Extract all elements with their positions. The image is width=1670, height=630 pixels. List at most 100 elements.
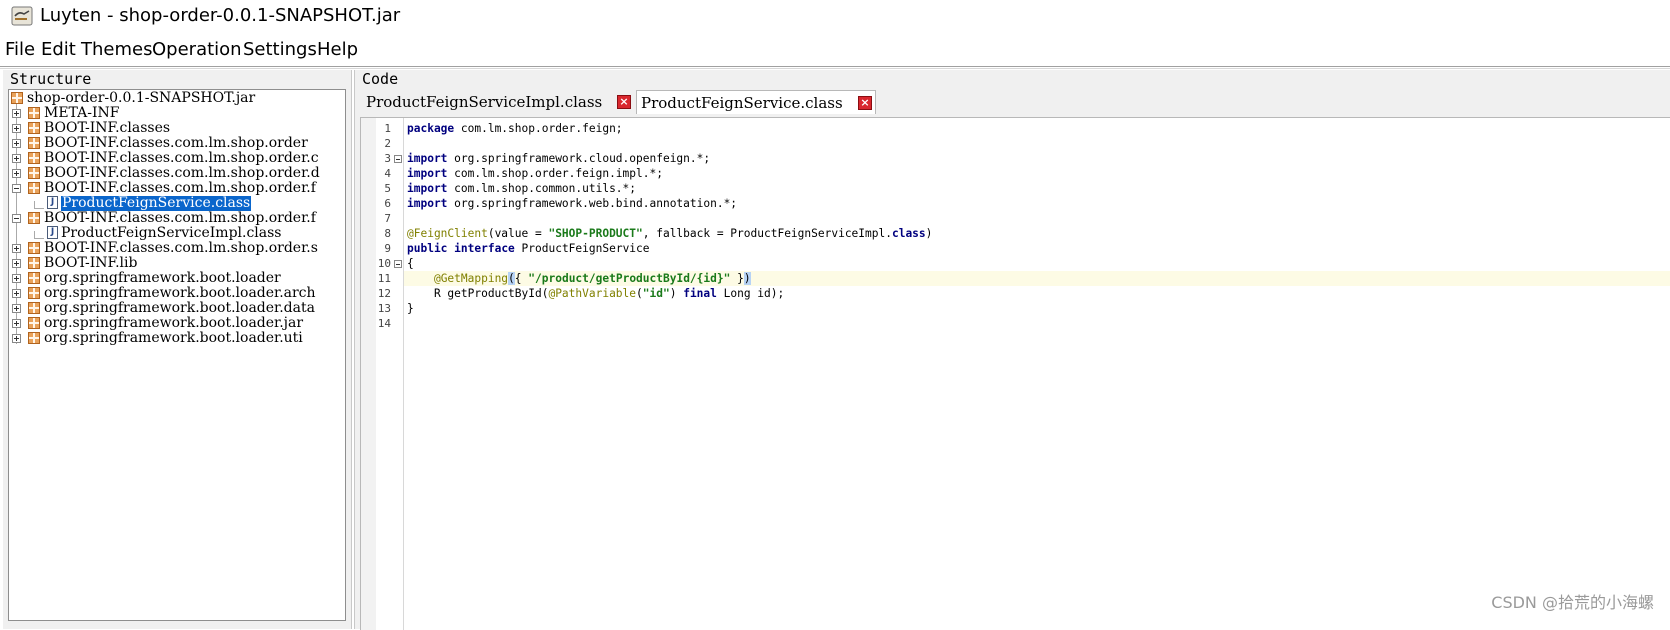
tree-package-item[interactable]: BOOT-INF.classes.com.lm.shop.order.f <box>9 211 345 226</box>
menu-settings[interactable]: Settings <box>243 38 317 62</box>
line-number: 1 <box>384 122 391 135</box>
tree-package-item[interactable]: BOOT-INF.classes.com.lm.shop.order.s <box>9 241 345 256</box>
expand-icon[interactable] <box>12 319 21 328</box>
tab-productfeignservice[interactable]: ProductFeignService.class × <box>636 90 876 114</box>
menu-file[interactable]: File <box>5 38 35 62</box>
expand-icon[interactable] <box>12 169 21 178</box>
line-number: 5 <box>384 182 391 195</box>
menu-bar: File Edit Themes Operation Settings Help <box>0 36 1670 64</box>
line-number: 9 <box>384 242 391 255</box>
window-title: Luyten - shop-order-0.0.1-SNAPSHOT.jar <box>40 5 401 26</box>
tree-item-label: BOOT-INF.classes <box>44 120 171 136</box>
tree-package-item[interactable]: org.springframework.boot.loader <box>9 271 345 286</box>
tree-item-label: ProductFeignService.class <box>61 195 252 211</box>
code-line: import org.springframework.web.bind.anno… <box>407 197 738 210</box>
tree-root-item[interactable]: shop-order-0.0.1-SNAPSHOT.jar <box>9 91 345 106</box>
jar-icon <box>11 92 23 104</box>
line-number: 10 <box>377 257 391 270</box>
tab-productfeignserviceimpl[interactable]: ProductFeignServiceImpl.class × <box>362 90 636 114</box>
package-icon <box>28 332 40 344</box>
package-icon <box>28 137 40 149</box>
package-icon <box>28 287 40 299</box>
package-icon <box>28 167 40 179</box>
code-title: Code <box>362 70 399 88</box>
tree-package-item[interactable]: org.springframework.boot.loader.uti <box>9 331 345 346</box>
gutter-strip <box>361 118 376 630</box>
line-number: 3 <box>384 152 391 165</box>
line-number: 12 <box>377 287 391 300</box>
tree-package-item[interactable]: BOOT-INF.classes.com.lm.shop.order.d <box>9 166 345 181</box>
menu-help[interactable]: Help <box>317 38 358 62</box>
package-icon <box>28 272 40 284</box>
code-line: } <box>407 302 414 315</box>
package-icon <box>28 257 40 269</box>
line-number: 6 <box>384 197 391 210</box>
code-line: R getProductById(@PathVariable("id") fin… <box>407 287 785 300</box>
package-icon <box>28 212 40 224</box>
line-number: 2 <box>384 137 391 150</box>
tree-package-item[interactable]: BOOT-INF.classes.com.lm.shop.order.f <box>9 181 345 196</box>
line-number: 4 <box>384 167 391 180</box>
expand-icon[interactable] <box>12 154 21 163</box>
tab-label: ProductFeignServiceImpl.class <box>366 93 603 111</box>
expand-icon[interactable] <box>12 259 21 268</box>
tree-package-item[interactable]: BOOT-INF.classes.com.lm.shop.order.c <box>9 151 345 166</box>
tree-package-item[interactable]: org.springframework.boot.loader.data <box>9 301 345 316</box>
tree-item-label: org.springframework.boot.loader <box>44 270 281 286</box>
code-line: @FeignClient(value = "SHOP-PRODUCT", fal… <box>407 227 933 240</box>
line-number: 8 <box>384 227 391 240</box>
structure-title: Structure <box>10 70 92 88</box>
collapse-icon[interactable] <box>12 214 21 223</box>
menu-divider-shadow <box>0 68 1670 69</box>
tree-package-item[interactable]: org.springframework.boot.loader.jar <box>9 316 345 331</box>
collapse-icon[interactable] <box>12 184 21 193</box>
luyten-app-icon <box>11 6 33 26</box>
tree-item-label: BOOT-INF.classes.com.lm.shop.order.s <box>44 240 318 256</box>
menu-operation[interactable]: Operation <box>152 38 242 62</box>
tree-package-item[interactable]: META-INF <box>9 106 345 121</box>
structure-tree[interactable]: shop-order-0.0.1-SNAPSHOT.jar META-INF BOO… <box>8 89 346 621</box>
expand-icon[interactable] <box>12 289 21 298</box>
expand-icon[interactable] <box>12 244 21 253</box>
fold-icon[interactable] <box>394 260 402 268</box>
tab-label: ProductFeignService.class <box>641 94 843 112</box>
expand-icon[interactable] <box>12 124 21 133</box>
code-text-area[interactable]: package com.lm.shop.order.feign; import o… <box>404 118 1670 630</box>
line-number: 14 <box>377 317 391 330</box>
tree-class-item[interactable]: J ProductFeignServiceImpl.class <box>9 226 345 241</box>
tree-class-item[interactable]: J ProductFeignService.class <box>9 196 345 211</box>
code-line: package com.lm.shop.order.feign; <box>407 122 623 135</box>
expand-icon[interactable] <box>12 274 21 283</box>
tree-package-item[interactable]: BOOT-INF.classes.com.lm.shop.order <box>9 136 345 151</box>
line-number: 7 <box>384 212 391 225</box>
code-line: @GetMapping({ "/product/getProductById/{… <box>433 272 751 285</box>
tree-item-label: BOOT-INF.classes.com.lm.shop.order.f <box>44 210 316 226</box>
watermark: CSDN @拾荒的小海螺 <box>1491 593 1654 612</box>
expand-icon[interactable] <box>12 304 21 313</box>
expand-icon[interactable] <box>12 109 21 118</box>
panel-splitter[interactable] <box>354 70 355 629</box>
package-icon <box>28 182 40 194</box>
expand-icon[interactable] <box>12 334 21 343</box>
tree-package-item[interactable]: BOOT-INF.classes <box>9 121 345 136</box>
title-bar: Luyten - shop-order-0.0.1-SNAPSHOT.jar <box>0 0 1670 32</box>
menu-edit[interactable]: Edit <box>41 38 76 62</box>
structure-panel: Structure shop-order-0.0.1-SNAPSHOT.jar M… <box>3 70 352 629</box>
tree-item-label: BOOT-INF.classes.com.lm.shop.order.f <box>44 180 316 196</box>
tree-package-item[interactable]: org.springframework.boot.loader.arch <box>9 286 345 301</box>
close-icon[interactable]: × <box>858 96 872 110</box>
tree-package-item[interactable]: BOOT-INF.lib <box>9 256 345 271</box>
fold-icon[interactable] <box>394 155 402 163</box>
tree-item-label: BOOT-INF.classes.com.lm.shop.order <box>44 135 308 151</box>
code-line: import com.lm.shop.order.feign.impl.*; <box>407 167 663 180</box>
code-line: { <box>407 257 414 270</box>
code-line: public interface ProductFeignService <box>407 242 650 255</box>
package-icon <box>28 122 40 134</box>
expand-icon[interactable] <box>12 139 21 148</box>
close-icon[interactable]: × <box>617 95 631 109</box>
package-icon <box>28 317 40 329</box>
menu-divider <box>0 66 1670 67</box>
menu-themes[interactable]: Themes <box>81 38 152 62</box>
class-file-icon: J <box>47 226 58 239</box>
code-editor[interactable]: 1 2 3 4 5 6 7 8 9 10 11 12 13 14 package com.lm.shop.… <box>360 117 1670 630</box>
